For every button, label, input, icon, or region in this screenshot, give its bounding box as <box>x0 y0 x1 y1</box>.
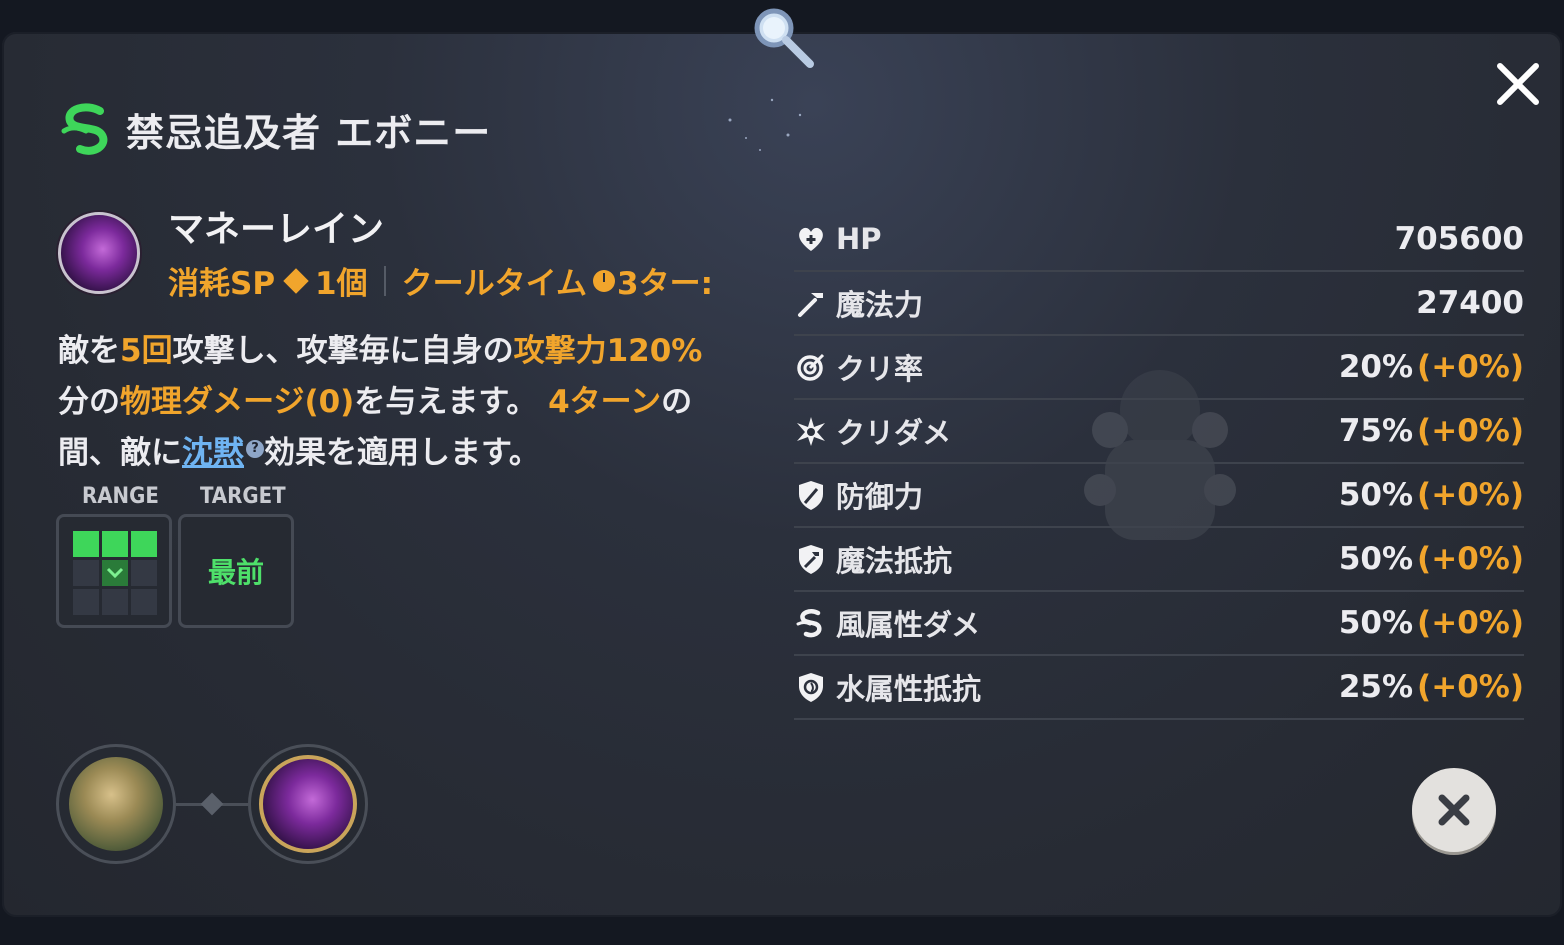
chevron-down-icon <box>106 567 124 579</box>
range-cell <box>131 560 157 586</box>
stat-row-wind-damage: 風属性ダメ 50% (+0%) <box>794 592 1524 656</box>
stat-row-defense: 防御力 50% (+0%) <box>794 464 1524 528</box>
range-cell <box>73 531 99 557</box>
stat-bonus: (+0%) <box>1417 605 1524 641</box>
desc-highlight: 5回 <box>120 333 173 369</box>
desc-text: 分の <box>58 384 120 420</box>
stat-number: 27400 <box>1416 285 1524 321</box>
stat-value: 50% (+0%) <box>1339 605 1524 641</box>
desc-highlight: 4ターン <box>548 384 662 420</box>
range-cell <box>131 589 157 615</box>
shield-sword-icon <box>794 478 828 512</box>
stat-number: 50% <box>1338 605 1414 641</box>
stat-value: 50% (+0%) <box>1339 541 1524 577</box>
crit-rate-icon <box>794 350 828 384</box>
stat-row-magic-resist: 魔法抵抗 50% (+0%) <box>794 528 1524 592</box>
stat-number: 50% <box>1338 477 1414 513</box>
target-value: 最前 <box>207 556 264 589</box>
magic-shield-icon <box>794 542 828 576</box>
character-title: 禁忌追及者 エボニー <box>56 94 491 164</box>
water-shield-icon <box>794 670 828 704</box>
stat-value: 75% (+0%) <box>1339 413 1524 449</box>
range-cell <box>73 560 99 586</box>
stat-number: 20% <box>1338 349 1414 385</box>
desc-text: 効果を適用します。 <box>264 435 540 471</box>
desc-text: 攻撃し、攻撃毎に自身の <box>172 333 514 369</box>
desc-highlight: 攻撃力120% <box>513 333 703 369</box>
magnifier-icon <box>754 8 814 68</box>
stat-row-crit-damage: クリダメ 75% (+0%) <box>794 400 1524 464</box>
sp-label: 消耗SP <box>168 266 276 302</box>
skill-chain-icon-2[interactable] <box>248 744 368 864</box>
stat-label: 風属性ダメ <box>836 608 981 642</box>
sp-cost: 1個 <box>315 266 368 302</box>
range-cell <box>73 589 99 615</box>
stat-label: クリ率 <box>836 352 924 386</box>
skill-chain-icon-1[interactable] <box>56 744 176 864</box>
divider <box>383 265 386 296</box>
stats-list: HP 705600 魔法力 27400 クリ率 20% (+0%) クリダメ 75… <box>794 208 1524 720</box>
stat-value: 705600 <box>1395 221 1524 257</box>
help-icon[interactable]: ? <box>246 439 264 458</box>
wind-element-icon <box>61 103 108 155</box>
range-grid <box>56 514 172 628</box>
skill-meta: 消耗SP 1個 クールタイム 3ター: <box>168 258 728 303</box>
wind-icon <box>794 606 828 640</box>
stat-bonus: (+0%) <box>1417 541 1524 577</box>
stat-number: 50% <box>1338 541 1414 577</box>
character-name: 禁忌追及者 エボニー <box>126 110 492 155</box>
silence-link[interactable]: 沈黙 <box>182 435 244 471</box>
desc-highlight: 物理ダメージ(0) <box>120 384 355 420</box>
stat-bonus: (+0%) <box>1417 669 1524 705</box>
stat-label: 魔法抵抗 <box>836 544 953 578</box>
target-label: TARGET <box>200 484 286 509</box>
stat-label: 魔法力 <box>836 288 924 322</box>
stat-bonus: (+0%) <box>1417 413 1524 449</box>
stat-value: 20% (+0%) <box>1339 349 1524 385</box>
desc-text: 敵を <box>58 333 120 369</box>
stat-row-hp: HP 705600 <box>794 208 1524 272</box>
crit-damage-icon <box>794 414 828 448</box>
close-icon <box>1438 794 1470 826</box>
stat-label: 防御力 <box>836 480 924 514</box>
clock-icon <box>593 269 616 292</box>
magic-wand-icon <box>794 286 828 320</box>
self-position-cell <box>102 560 128 586</box>
stat-row-water-resist: 水属性抵抗 25% (+0%) <box>794 656 1524 720</box>
sp-diamond-icon <box>283 267 309 294</box>
cooldown-value: 3ター: <box>617 266 713 302</box>
skill-icon <box>58 212 140 294</box>
target-box: 最前 <box>178 514 294 628</box>
range-cell <box>102 589 128 615</box>
stat-row-crit-rate: クリ率 20% (+0%) <box>794 336 1524 400</box>
skill-description: 敵を5回攻撃し、攻撃毎に自身の攻撃力120% 分の物理ダメージ(0)を与えます。 … <box>58 326 748 479</box>
stat-bonus: (+0%) <box>1417 349 1524 385</box>
range-cell <box>131 531 157 557</box>
stat-bonus: (+0%) <box>1417 477 1524 513</box>
stat-label: HP <box>836 222 882 256</box>
stat-row-magic-power: 魔法力 27400 <box>794 272 1524 336</box>
range-label: RANGE <box>82 484 159 509</box>
stat-label: 水属性抵抗 <box>836 672 982 706</box>
stat-number: 705600 <box>1394 221 1524 257</box>
range-cell <box>102 531 128 557</box>
stat-value: 25% (+0%) <box>1339 669 1524 705</box>
stat-number: 25% <box>1338 669 1414 705</box>
heart-icon <box>794 222 828 256</box>
sparkle-decoration <box>728 98 802 151</box>
skill-name: マネーレイン <box>168 209 385 250</box>
stat-number: 75% <box>1338 413 1414 449</box>
stat-label: クリダメ <box>836 416 952 450</box>
cooldown-label: クールタイム <box>401 266 588 302</box>
close-icon[interactable] <box>1492 58 1544 110</box>
desc-text: を与えます。 <box>354 384 549 420</box>
stat-value: 50% (+0%) <box>1339 477 1524 513</box>
close-button[interactable] <box>1412 768 1496 852</box>
stat-value: 27400 <box>1416 285 1524 321</box>
